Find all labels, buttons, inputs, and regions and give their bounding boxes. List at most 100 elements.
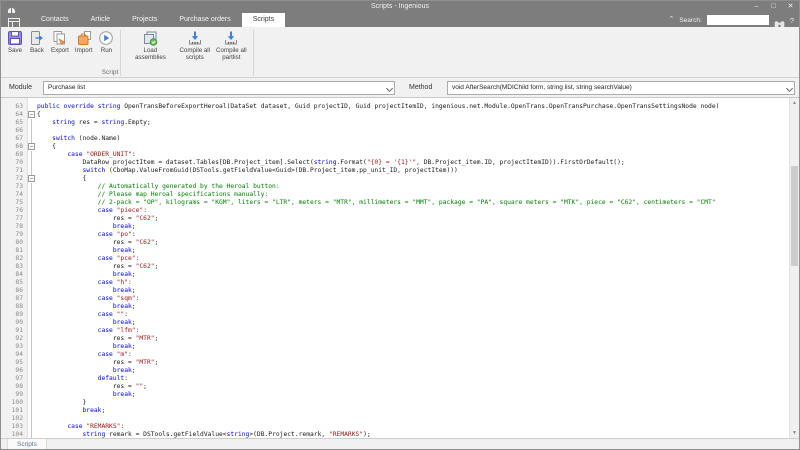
code-text: break; [37,343,136,351]
search-label: Search: [679,17,701,24]
code-text: res = "MTR"; [37,359,158,367]
fold-collapse-icon[interactable]: − [27,111,37,119]
window-title: Scripts - Ingenious [1,1,799,13]
code-line: 99 break; [1,391,789,399]
method-selected-value: void AfterSearch(MDIChild form, string l… [452,84,632,91]
line-number: 80 [1,239,27,247]
line-number: 78 [1,223,27,231]
import-icon [76,30,92,46]
code-text: case "ORDER_UNIT": [37,151,136,159]
minimize-button[interactable]: – [748,1,765,13]
code-line: 83 res = "C62"; [1,263,789,271]
code-line: 102 [1,415,789,423]
window-controls: – □ ✕ [748,1,799,13]
fold-margin [27,167,37,175]
tab-projects[interactable]: Projects [121,13,168,27]
line-number: 95 [1,359,27,367]
ribbon-tab-bar: ContactsArticleProjectsPurchase ordersSc… [30,13,285,27]
binoculars-icon[interactable] [774,15,785,25]
fold-margin [27,207,37,215]
tab-scripts[interactable]: Scripts [242,13,285,27]
button-label: Run [101,47,112,54]
line-number: 84 [1,271,27,279]
fold-margin [27,119,37,127]
collapse-ribbon-icon[interactable]: ⌃ [669,15,675,25]
code-editor[interactable]: 63public override string OpenTransBefore… [1,98,799,438]
fold-margin [27,255,37,263]
vertical-scrollbar[interactable]: ▲ ▼ [789,98,799,438]
code-text: res = "C62"; [37,239,158,247]
button-label: Import [75,47,93,54]
save-button[interactable]: Save [4,29,26,55]
close-button[interactable]: ✕ [782,1,799,13]
method-select[interactable]: void AfterSearch(MDIChild form, string l… [447,81,795,95]
button-label: Back [30,47,44,54]
tab-article[interactable]: Article [80,13,121,27]
button-label: Compile all scripts [179,47,210,61]
method-label: Method [409,84,432,91]
code-line: 76 case "piece": [1,207,789,215]
fold-margin [27,327,37,335]
compile-all-scripts-button[interactable]: Compile all scripts [176,29,213,62]
code-line: 84 break; [1,271,789,279]
import-button[interactable]: Import [72,29,96,55]
code-text: res = "MTR"; [37,335,158,343]
ribbon: Save Back ExportImport Run Load assemblies Co… [1,27,799,78]
fold-margin [27,223,37,231]
fold-margin [27,239,37,247]
tab-purchase-orders[interactable]: Purchase orders [168,13,241,27]
code-text: { [37,175,86,183]
scroll-down-icon[interactable]: ▼ [790,428,799,438]
fold-margin [27,343,37,351]
code-line: 96 break; [1,367,789,375]
scroll-up-icon[interactable]: ▲ [790,98,799,108]
compile-all-partlist-button[interactable]: Compile all partlist [213,29,250,62]
code-text: } [37,399,86,407]
code-line: 72− { [1,175,789,183]
code-text: break; [37,391,136,399]
fold-margin [27,391,37,399]
fold-margin [27,159,37,167]
maximize-button[interactable]: □ [765,1,782,13]
run-button[interactable]: Run [95,29,117,55]
line-number: 94 [1,351,27,359]
fold-margin [27,183,37,191]
search-input[interactable] [707,15,769,25]
code-text: { [37,143,56,151]
module-selected-value: Purchase list [48,84,85,91]
button-label: Load assemblies [127,47,173,61]
app-menu-icon[interactable] [8,15,20,25]
module-select[interactable]: Purchase list [43,81,395,95]
fold-margin [27,311,37,319]
help-icon[interactable]: ? [790,16,794,25]
scrollbar-thumb[interactable] [791,166,798,266]
code-text: // 2-pack = "OP", kilograms = "KGM", lit… [37,199,716,207]
tab-scripts-document[interactable]: Scripts [7,439,47,450]
line-number: 83 [1,263,27,271]
export-icon [52,30,68,46]
tab-contacts[interactable]: Contacts [30,13,80,27]
line-number: 69 [1,151,27,159]
line-number: 76 [1,207,27,215]
fold-margin [27,135,37,143]
load-assemblies-button[interactable]: Load assemblies [124,29,176,62]
fold-margin [27,295,37,303]
code-line: 69 case "ORDER_UNIT": [1,151,789,159]
code-text: break; [37,407,105,415]
code-line: 88 break; [1,303,789,311]
back-button[interactable]: Back [26,29,48,55]
line-number: 67 [1,135,27,143]
code-line: 103 case "REMARKS": [1,423,789,431]
code-line: 80 res = "C62"; [1,239,789,247]
code-text: break; [37,223,136,231]
fold-collapse-icon[interactable]: − [27,143,37,151]
fold-collapse-icon[interactable]: − [27,175,37,183]
code-text: case "po": [37,231,136,239]
module-label: Module [9,84,32,91]
code-line: 82 case "pce": [1,255,789,263]
code-text: string res = string.Empty; [37,119,151,127]
line-number: 87 [1,295,27,303]
button-label: Save [8,47,22,54]
group-separator [253,30,254,76]
export-button[interactable]: Export [48,29,72,55]
